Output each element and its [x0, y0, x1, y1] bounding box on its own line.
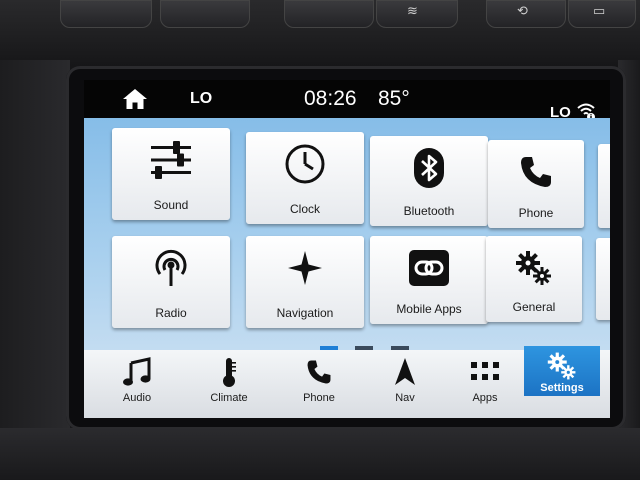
nav-label: Audio	[122, 392, 152, 404]
phone-icon	[488, 150, 584, 194]
next-page-tile-peek[interactable]	[598, 144, 610, 228]
nav-nav[interactable]: Nav	[366, 350, 444, 408]
general-tile[interactable]: General	[486, 236, 582, 322]
next-page-tile-peek[interactable]	[596, 238, 610, 320]
compass-star-icon	[246, 246, 364, 290]
music-note-icon	[98, 356, 176, 388]
tile-label: Mobile Apps	[396, 302, 462, 316]
hardware-button[interactable]	[284, 0, 374, 28]
nav-settings[interactable]: Settings	[524, 346, 600, 396]
tile-label: Clock	[289, 202, 320, 216]
clock-time: 08:26	[304, 87, 357, 110]
tile-label: Navigation	[276, 306, 334, 320]
link-icon	[370, 246, 488, 290]
defrost-icon: ≋	[407, 3, 418, 18]
nav-arrow-icon	[366, 356, 444, 388]
bluetooth-icon	[370, 146, 488, 190]
gears-icon	[486, 246, 582, 290]
nav-label: Phone	[303, 392, 335, 404]
sliders-icon	[112, 138, 230, 182]
driver-temperature[interactable]: LO	[190, 90, 212, 108]
tile-label: Sound	[153, 198, 189, 212]
home-menu-grid: Sound Clock Bluetooth Phone Radio Naviga…	[84, 118, 610, 351]
clock-tile[interactable]: Clock	[246, 132, 364, 224]
sound-tile[interactable]: Sound	[112, 128, 230, 220]
rear-defrost-hardware-button[interactable]: ≋	[376, 0, 458, 28]
radio-icon	[112, 246, 230, 290]
hardware-button[interactable]: ▭	[568, 0, 636, 28]
phone-tile[interactable]: Phone	[488, 140, 584, 228]
bluetooth-tile[interactable]: Bluetooth	[370, 136, 488, 226]
phone-icon	[280, 356, 358, 388]
gears-icon	[524, 350, 600, 382]
mobile-apps-tile[interactable]: Mobile Apps	[370, 236, 488, 324]
recirculation-hardware-button[interactable]: ⟲	[486, 0, 566, 28]
tile-label: Radio	[155, 306, 187, 320]
apps-grid-icon	[446, 356, 524, 388]
navigation-tile[interactable]: Navigation	[246, 236, 364, 328]
outside-temperature: 85°	[378, 87, 410, 110]
thermometer-icon	[190, 356, 268, 388]
tile-label: General	[512, 300, 556, 314]
status-bar: LO 08:26 85° LO	[84, 80, 610, 121]
tile-label: Bluetooth	[403, 204, 455, 218]
home-icon[interactable]	[122, 88, 148, 110]
dashboard-top-panel: ≋ ⟲ ▭	[0, 0, 640, 70]
hardware-button[interactable]	[60, 0, 152, 28]
nav-label: Settings	[540, 382, 584, 394]
nav-climate[interactable]: Climate	[190, 350, 268, 408]
nav-phone[interactable]: Phone	[280, 350, 358, 408]
fan-icon: ▭	[593, 3, 606, 18]
bottom-nav-bar: Audio Climate Phone Nav Apps Settings	[84, 346, 610, 418]
nav-label: Climate	[210, 392, 248, 404]
dashboard-bottom-panel	[0, 428, 640, 480]
nav-apps[interactable]: Apps	[446, 350, 524, 408]
recirculation-icon: ⟲	[517, 3, 528, 18]
radio-tile[interactable]: Radio	[112, 236, 230, 328]
hardware-button[interactable]	[160, 0, 250, 28]
nav-label: Apps	[472, 392, 498, 404]
nav-label: Nav	[395, 392, 415, 404]
nav-audio[interactable]: Audio	[98, 350, 176, 408]
tile-label: Phone	[518, 206, 554, 220]
infotainment-screen: LO 08:26 85° LO Sound Clock Bluetooth Ph…	[84, 80, 610, 418]
clock-icon	[246, 142, 364, 186]
dashboard-left-panel	[0, 60, 70, 440]
